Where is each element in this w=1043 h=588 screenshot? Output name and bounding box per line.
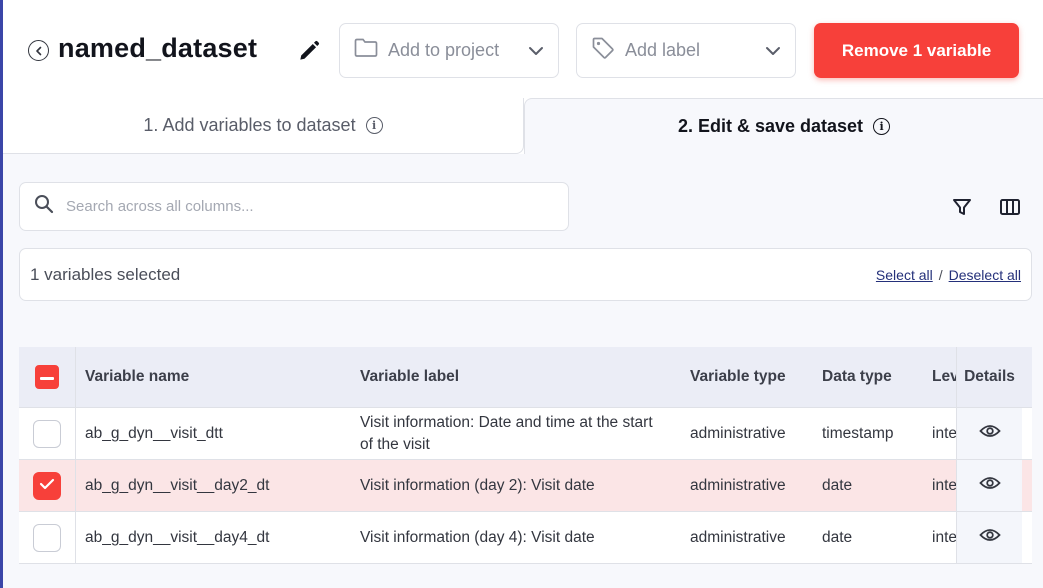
checkmark-icon (39, 477, 55, 495)
page-title: named_dataset (58, 33, 258, 63)
row-checkbox[interactable] (33, 471, 61, 500)
variable-label: Visit information (day 2): Visit date (360, 476, 595, 494)
tab-add-variables-label: 1. Add variables to dataset (143, 115, 356, 135)
tab-edit-save-dataset[interactable]: 2. Edit & save dataset i (524, 98, 1043, 154)
data-type: timestamp (822, 424, 894, 442)
eye-icon[interactable] (978, 476, 1001, 495)
column-header-level[interactable]: Level (923, 347, 956, 407)
data-type: date (822, 476, 853, 494)
search-icon (34, 194, 54, 219)
add-label-text: Add label (625, 40, 701, 60)
row-checkbox[interactable] (33, 419, 61, 448)
select-all-checkbox[interactable] (35, 365, 59, 389)
details-cell (956, 460, 1022, 511)
remove-variable-button[interactable]: Remove 1 variable (814, 23, 1019, 78)
level-text: interval (932, 528, 956, 546)
column-header-variable-name[interactable]: Variable name (76, 368, 351, 386)
variable-label: Visit information (day 4): Visit date (360, 528, 595, 546)
level: interval (923, 460, 956, 511)
columns-icon[interactable] (998, 195, 1022, 219)
header-select-cell (19, 347, 76, 407)
variable-type: administrative (690, 528, 786, 546)
variable-label: Visit information: Date and time at the … (360, 413, 653, 453)
column-header-data-type[interactable]: Data type (813, 368, 923, 386)
search-input[interactable] (66, 198, 554, 215)
selection-bar: 1 variables selected Select all / Desele… (19, 248, 1032, 301)
info-icon[interactable]: i (365, 117, 383, 134)
tab-edit-save-label: 2. Edit & save dataset (677, 116, 864, 136)
add-to-project-label: Add to project (388, 40, 500, 60)
variable-name: ab_g_dyn__visit__day4_dt (85, 528, 270, 546)
table-row[interactable]: ab_g_dyn__visit__day2_dt Visit informati… (19, 460, 1032, 512)
filter-icon[interactable] (950, 195, 974, 219)
level: interval (923, 408, 956, 459)
details-cell (956, 408, 1022, 459)
link-separator: / (938, 266, 943, 283)
column-header-variable-label[interactable]: Variable label (351, 366, 681, 388)
row-select-cell (19, 408, 76, 459)
eye-icon[interactable] (978, 528, 1001, 547)
add-label-dropdown[interactable]: Add label (576, 23, 796, 78)
level-text: interval (932, 476, 956, 494)
variables-table: Variable name Variable label Variable ty… (19, 347, 1032, 564)
tag-icon (591, 36, 615, 65)
table-row[interactable]: ab_g_dyn__visit_dtt Visit information: D… (19, 408, 1032, 460)
variable-type: administrative (690, 476, 786, 494)
chevron-down-icon (528, 40, 544, 61)
add-to-project-dropdown[interactable]: Add to project (339, 23, 559, 78)
level: interval (923, 512, 956, 563)
column-header-details: Details (956, 347, 1022, 407)
tab-add-variables[interactable]: 1. Add variables to dataset i (3, 98, 524, 154)
folder-icon (354, 38, 378, 63)
tab-area: 1. Add variables to dataset i 2. Edit & … (3, 98, 1043, 588)
table-header-row: Variable name Variable label Variable ty… (19, 347, 1032, 408)
minus-icon (40, 368, 54, 386)
edit-panel: 1 variables selected Select all / Desele… (3, 154, 1043, 588)
deselect-all-link[interactable]: Deselect all (949, 267, 1021, 283)
row-checkbox[interactable] (33, 523, 61, 552)
column-header-variable-type[interactable]: Variable type (681, 368, 813, 386)
variable-type: administrative (690, 424, 786, 442)
table-row[interactable]: ab_g_dyn__visit__day4_dt Visit informati… (19, 512, 1032, 564)
level-text: interval (932, 424, 956, 442)
column-header-level-text: Level (932, 368, 956, 385)
selected-count: 1 variables selected (30, 264, 181, 284)
chevron-down-icon (765, 40, 781, 61)
back-icon[interactable] (28, 40, 49, 61)
data-type: date (822, 528, 853, 546)
row-select-cell (19, 512, 76, 563)
eye-icon[interactable] (978, 424, 1001, 443)
variable-name: ab_g_dyn__visit__day2_dt (85, 476, 270, 494)
variable-name: ab_g_dyn__visit_dtt (85, 424, 223, 442)
details-cell (956, 512, 1022, 563)
select-all-link[interactable]: Select all (876, 267, 933, 283)
search-box[interactable] (19, 182, 569, 231)
info-icon[interactable]: i (873, 118, 891, 135)
row-select-cell (19, 460, 76, 511)
pencil-icon[interactable] (296, 38, 322, 64)
